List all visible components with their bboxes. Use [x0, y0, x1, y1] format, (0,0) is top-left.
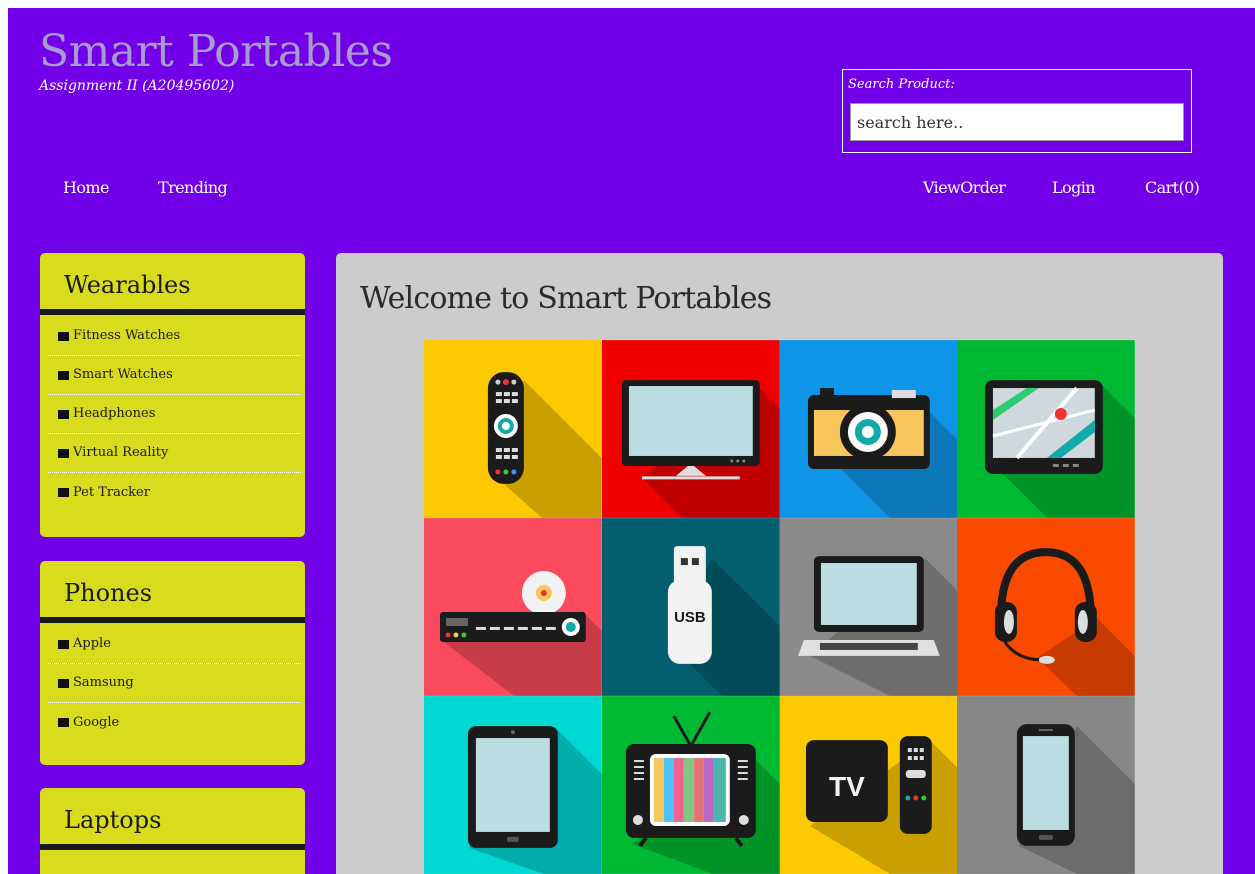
sidebar-heading-wearables: Wearables: [40, 253, 305, 315]
site-subtitle: Assignment II (A20495602): [39, 78, 235, 94]
sidebar-item-headphones[interactable]: Headphones: [48, 395, 301, 434]
retro-tv-icon: [601, 696, 780, 874]
nav-trending[interactable]: Trending: [158, 178, 228, 197]
sidebar-item-virtual-reality[interactable]: Virtual Reality: [48, 434, 301, 473]
tablet-icon: [424, 696, 602, 874]
sidebar-laptops: Laptops: [40, 788, 305, 874]
sidebar-item-samsung[interactable]: Samsung: [48, 664, 301, 703]
gps-tablet-icon: [957, 340, 1135, 518]
phones-list: Apple Samsung Google: [40, 623, 305, 746]
tv-box-icon: TV: [779, 696, 958, 874]
svg-text:TV: TV: [829, 771, 865, 802]
nav-login[interactable]: Login: [1052, 178, 1096, 197]
square-bullet-icon: [58, 488, 69, 497]
sidebar-item-label: Google: [73, 714, 120, 730]
monitor-icon: [601, 340, 780, 518]
sidebar-item-label: Headphones: [73, 406, 156, 421]
nav-home[interactable]: Home: [63, 178, 109, 197]
square-bullet-icon: [58, 370, 69, 380]
sidebar-item-label: Pet Tracker: [73, 484, 150, 500]
square-bullet-icon: [58, 448, 69, 458]
wearables-list: Fitness Watches Smart Watches Headphones…: [40, 315, 305, 516]
dvd-player-icon: [424, 518, 602, 696]
search-label: Search Product:: [848, 77, 955, 92]
search-input[interactable]: [850, 103, 1184, 141]
usb-drive-icon: USB: [601, 518, 780, 696]
main-content: Welcome to Smart Portables USB TV: [336, 253, 1223, 874]
square-bullet-icon: [58, 718, 69, 727]
sidebar-item-fitness-watches[interactable]: Fitness Watches: [48, 317, 301, 356]
sidebar-item-label: Apple: [73, 636, 111, 651]
square-bullet-icon: [58, 331, 69, 341]
sidebar-item-label: Virtual Reality: [73, 445, 169, 460]
square-bullet-icon: [58, 409, 69, 419]
laptop-icon: [779, 518, 958, 696]
smartphone-icon: [957, 696, 1135, 874]
site-title[interactable]: Smart Portables: [39, 30, 393, 74]
sidebar-wearables: Wearables Fitness Watches Smart Watches …: [40, 253, 305, 537]
welcome-heading: Welcome to Smart Portables: [360, 281, 772, 316]
sidebar-item-label: Samsung: [73, 675, 134, 690]
sidebar-item-smart-watches[interactable]: Smart Watches: [48, 356, 301, 395]
sidebar-heading-laptops: Laptops: [40, 788, 305, 850]
camera-icon: [779, 340, 958, 518]
remote-control-icon: [424, 340, 602, 518]
electronics-banner: USB TV: [424, 340, 1135, 874]
nav-cart[interactable]: Cart(0): [1145, 178, 1200, 197]
square-bullet-icon: [58, 678, 69, 688]
nav-vieworder[interactable]: ViewOrder: [923, 178, 1006, 197]
page-background: Smart Portables Assignment II (A20495602…: [8, 8, 1255, 874]
sidebar-item-label: Smart Watches: [73, 367, 173, 382]
sidebar-phones: Phones Apple Samsung Google: [40, 561, 305, 765]
svg-text:USB: USB: [674, 609, 706, 626]
sidebar-item-label: Fitness Watches: [73, 328, 181, 343]
sidebar-item-google[interactable]: Google: [48, 703, 301, 742]
sidebar-item-pet-tracker[interactable]: Pet Tracker: [48, 473, 301, 512]
square-bullet-icon: [58, 639, 69, 649]
search-panel: Search Product:: [842, 69, 1192, 153]
sidebar-heading-phones: Phones: [40, 561, 305, 623]
headphones-icon: [957, 518, 1135, 696]
sidebar-item-apple[interactable]: Apple: [48, 625, 301, 664]
